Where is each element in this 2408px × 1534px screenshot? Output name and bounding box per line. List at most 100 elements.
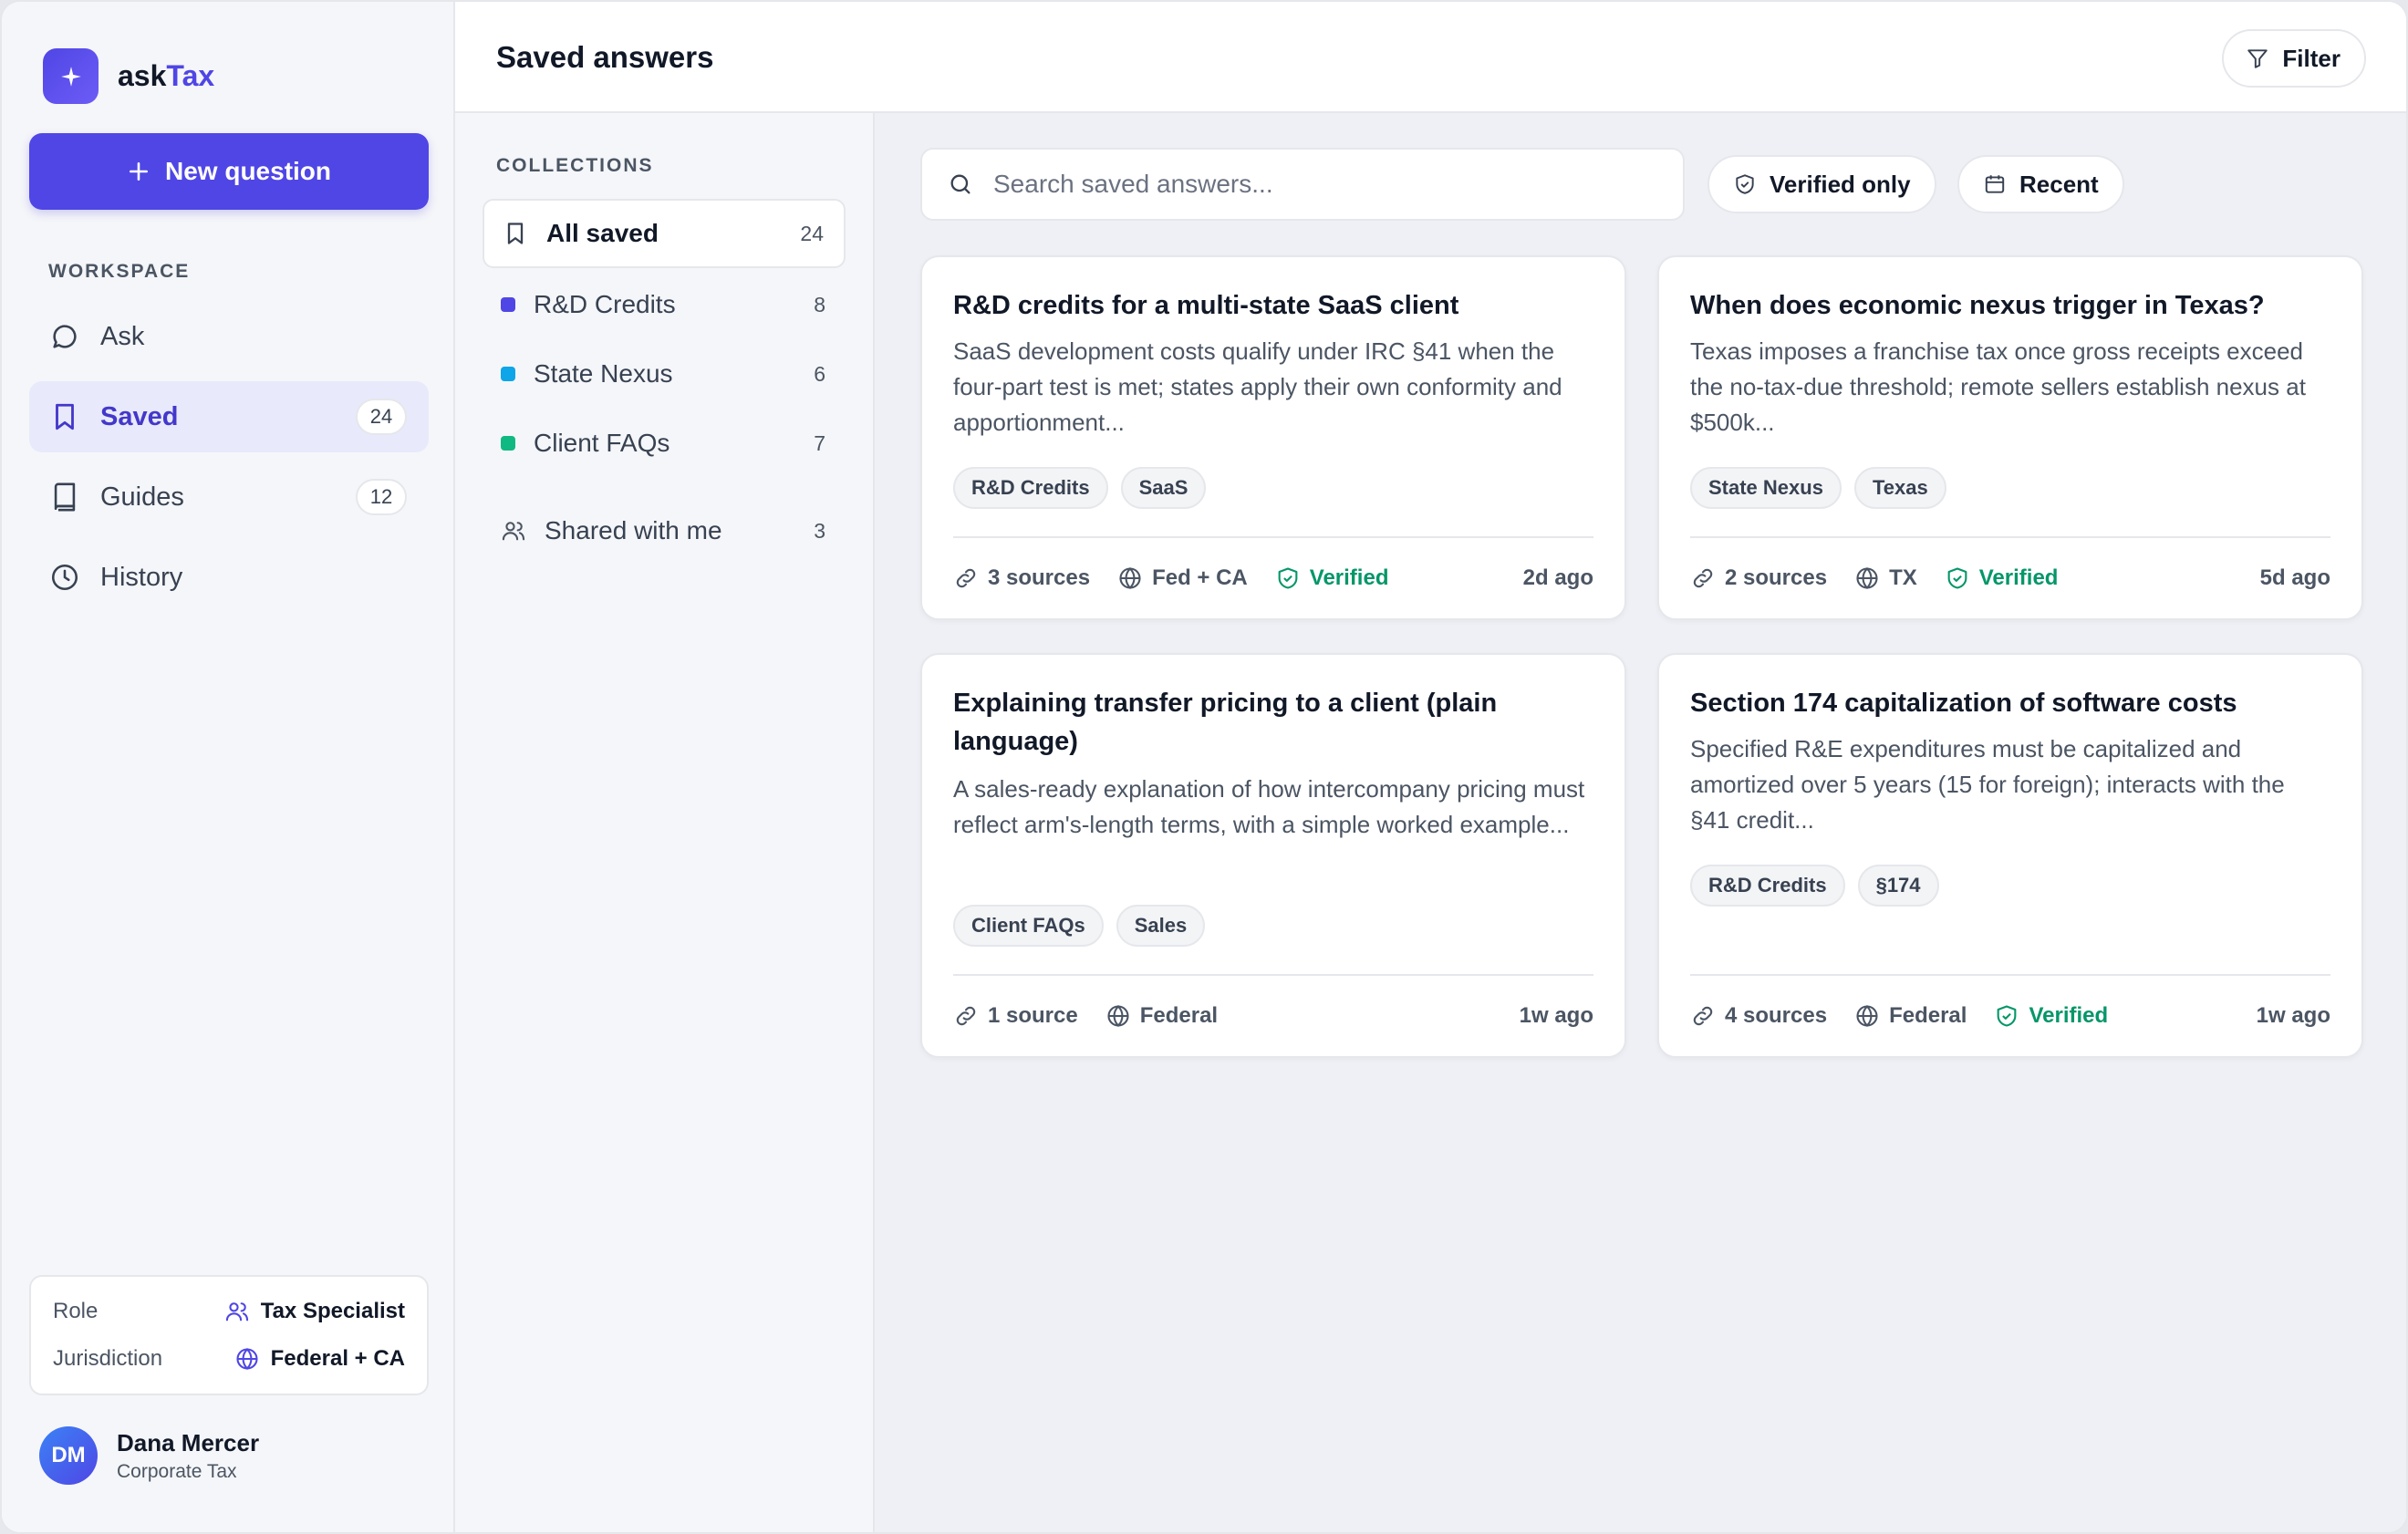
collection-label: State Nexus	[534, 359, 673, 388]
globe-icon	[236, 1348, 258, 1370]
clock-icon	[51, 564, 78, 591]
chat-bubble-icon	[53, 325, 77, 348]
collection-shared-with-me[interactable]: Shared with me 3	[483, 496, 846, 565]
jurisdiction-value[interactable]: Federal + CA	[234, 1346, 405, 1372]
sources-meta[interactable]: 3 sources	[953, 565, 1090, 591]
verified-badge: Verified	[1275, 565, 1388, 591]
collection-count: 3	[814, 518, 825, 543]
collection-label: All saved	[546, 219, 659, 247]
tag[interactable]: Sales	[1116, 905, 1206, 947]
collection-count: 8	[814, 292, 825, 316]
card-title[interactable]: R&D credits for a multi-state SaaS clien…	[953, 286, 1593, 325]
divider	[1690, 974, 2330, 976]
tag[interactable]: §174	[1857, 865, 1939, 907]
new-question-button[interactable]: New question	[29, 133, 429, 210]
collection-rd-credits[interactable]: R&D Credits 8	[483, 270, 846, 339]
users-icon	[502, 522, 525, 541]
workspace-section-label: WORKSPACE	[48, 261, 191, 282]
card-footer: 1 source Federal 1w ago	[953, 998, 1593, 1034]
tag[interactable]: R&D Credits	[1690, 865, 1845, 907]
bookmark-icon	[507, 223, 524, 244]
card-title[interactable]: Section 174 capitalization of software c…	[1690, 684, 2330, 722]
card-tags: Client FAQs Sales	[953, 905, 1218, 947]
user-profile[interactable]: DM Dana Mercer Corporate Tax	[39, 1426, 259, 1485]
calendar-icon	[1985, 175, 2005, 193]
page-title: Saved answers	[496, 40, 714, 74]
recent-sort-button[interactable]: Recent	[1957, 155, 2124, 213]
link-icon	[1693, 568, 1713, 588]
card-tags: R&D Credits SaaS	[953, 467, 1219, 509]
globe-icon	[1856, 1005, 1878, 1027]
jurisdiction-meta: Fed + CA	[1117, 565, 1248, 591]
color-dot	[501, 297, 515, 312]
collection-client-faqs[interactable]: Client FAQs 7	[483, 409, 846, 478]
collection-count: 7	[814, 430, 825, 455]
sources-meta[interactable]: 1 source	[953, 1003, 1078, 1029]
sidebar-item-label: Ask	[100, 321, 145, 351]
collection-count: 24	[800, 221, 824, 245]
sources-meta[interactable]: 4 sources	[1690, 1003, 1827, 1029]
collection-label: Client FAQs	[534, 429, 670, 457]
card-footer: 3 sources Fed + CA Verified 2d ago	[953, 560, 1593, 596]
sources-meta[interactable]: 2 sources	[1690, 565, 1827, 591]
tag[interactable]: Texas	[1853, 467, 1946, 509]
users-icon	[225, 1302, 248, 1322]
sidebar-item-ask[interactable]: Ask	[29, 301, 429, 372]
shield-check-icon	[1736, 174, 1754, 194]
card-title[interactable]: Explaining transfer pricing to a client …	[953, 684, 1593, 761]
sidebar-item-guides[interactable]: Guides 12	[29, 461, 429, 533]
collection-label: Shared with me	[545, 516, 722, 544]
shield-check-icon	[1947, 567, 1967, 589]
user-subtitle: Corporate Tax	[117, 1460, 237, 1482]
jurisdiction-label: Jurisdiction	[53, 1346, 163, 1371]
brand[interactable]: askTax	[43, 48, 214, 104]
answer-card[interactable]: Section 174 capitalization of software c…	[1657, 653, 2363, 1058]
collection-state-nexus[interactable]: State Nexus 6	[483, 339, 846, 409]
answer-card[interactable]: R&D credits for a multi-state SaaS clien…	[920, 255, 1626, 620]
card-tags: State Nexus Texas	[1690, 467, 1959, 509]
collections-panel: COLLECTIONS All saved 24 R&D Credits 8 S…	[455, 113, 875, 1532]
card-description: A sales-ready explanation of how interco…	[953, 775, 1585, 838]
card-description: Specified R&E expenditures must be capit…	[1690, 735, 2285, 834]
globe-icon	[1119, 567, 1141, 589]
card-title[interactable]: When does economic nexus trigger in Texa…	[1690, 286, 2330, 325]
globe-icon	[1856, 567, 1878, 589]
user-name: Dana Mercer	[117, 1428, 260, 1456]
tag[interactable]: Client FAQs	[953, 905, 1104, 947]
filter-button[interactable]: Filter	[2222, 29, 2366, 88]
globe-icon	[1107, 1005, 1129, 1027]
role-value[interactable]: Tax Specialist	[224, 1299, 405, 1324]
divider	[953, 974, 1593, 976]
sidebar-item-label: Saved	[100, 401, 179, 431]
book-icon	[54, 482, 76, 512]
role-row: Role Tax Specialist	[53, 1293, 405, 1330]
sidebar-item-saved[interactable]: Saved 24	[29, 381, 429, 452]
role-label: Role	[53, 1299, 99, 1323]
card-timestamp: 5d ago	[2259, 565, 2330, 590]
verified-badge: Verified	[1994, 1003, 2108, 1029]
collection-all-saved[interactable]: All saved 24	[483, 199, 846, 268]
sidebar: askTax New question WORKSPACE Ask Saved …	[2, 2, 455, 1532]
search-input[interactable]	[993, 170, 1632, 199]
avatar: DM	[39, 1426, 98, 1485]
card-timestamp: 2d ago	[1522, 565, 1593, 590]
search-icon	[950, 174, 970, 194]
search-box[interactable]	[920, 148, 1685, 221]
sidebar-item-history[interactable]: History	[29, 542, 429, 613]
verified-only-toggle[interactable]: Verified only	[1707, 155, 1936, 213]
page-header: Saved answers Filter	[455, 2, 2406, 113]
answer-card[interactable]: When does economic nexus trigger in Texa…	[1657, 255, 2363, 620]
tag[interactable]: SaaS	[1120, 467, 1207, 509]
jurisdiction-meta: Federal	[1105, 1003, 1218, 1029]
count-badge: 24	[356, 399, 407, 435]
answer-card[interactable]: Explaining transfer pricing to a client …	[920, 653, 1626, 1058]
bookmark-icon	[56, 403, 74, 430]
tag[interactable]: R&D Credits	[953, 467, 1108, 509]
count-badge: 12	[356, 479, 407, 515]
tag[interactable]: State Nexus	[1690, 467, 1842, 509]
collection-count: 6	[814, 361, 825, 386]
link-icon	[1693, 1006, 1713, 1026]
sidebar-item-label: History	[100, 562, 183, 592]
card-tags: R&D Credits §174	[1690, 865, 1952, 907]
divider	[953, 536, 1593, 538]
